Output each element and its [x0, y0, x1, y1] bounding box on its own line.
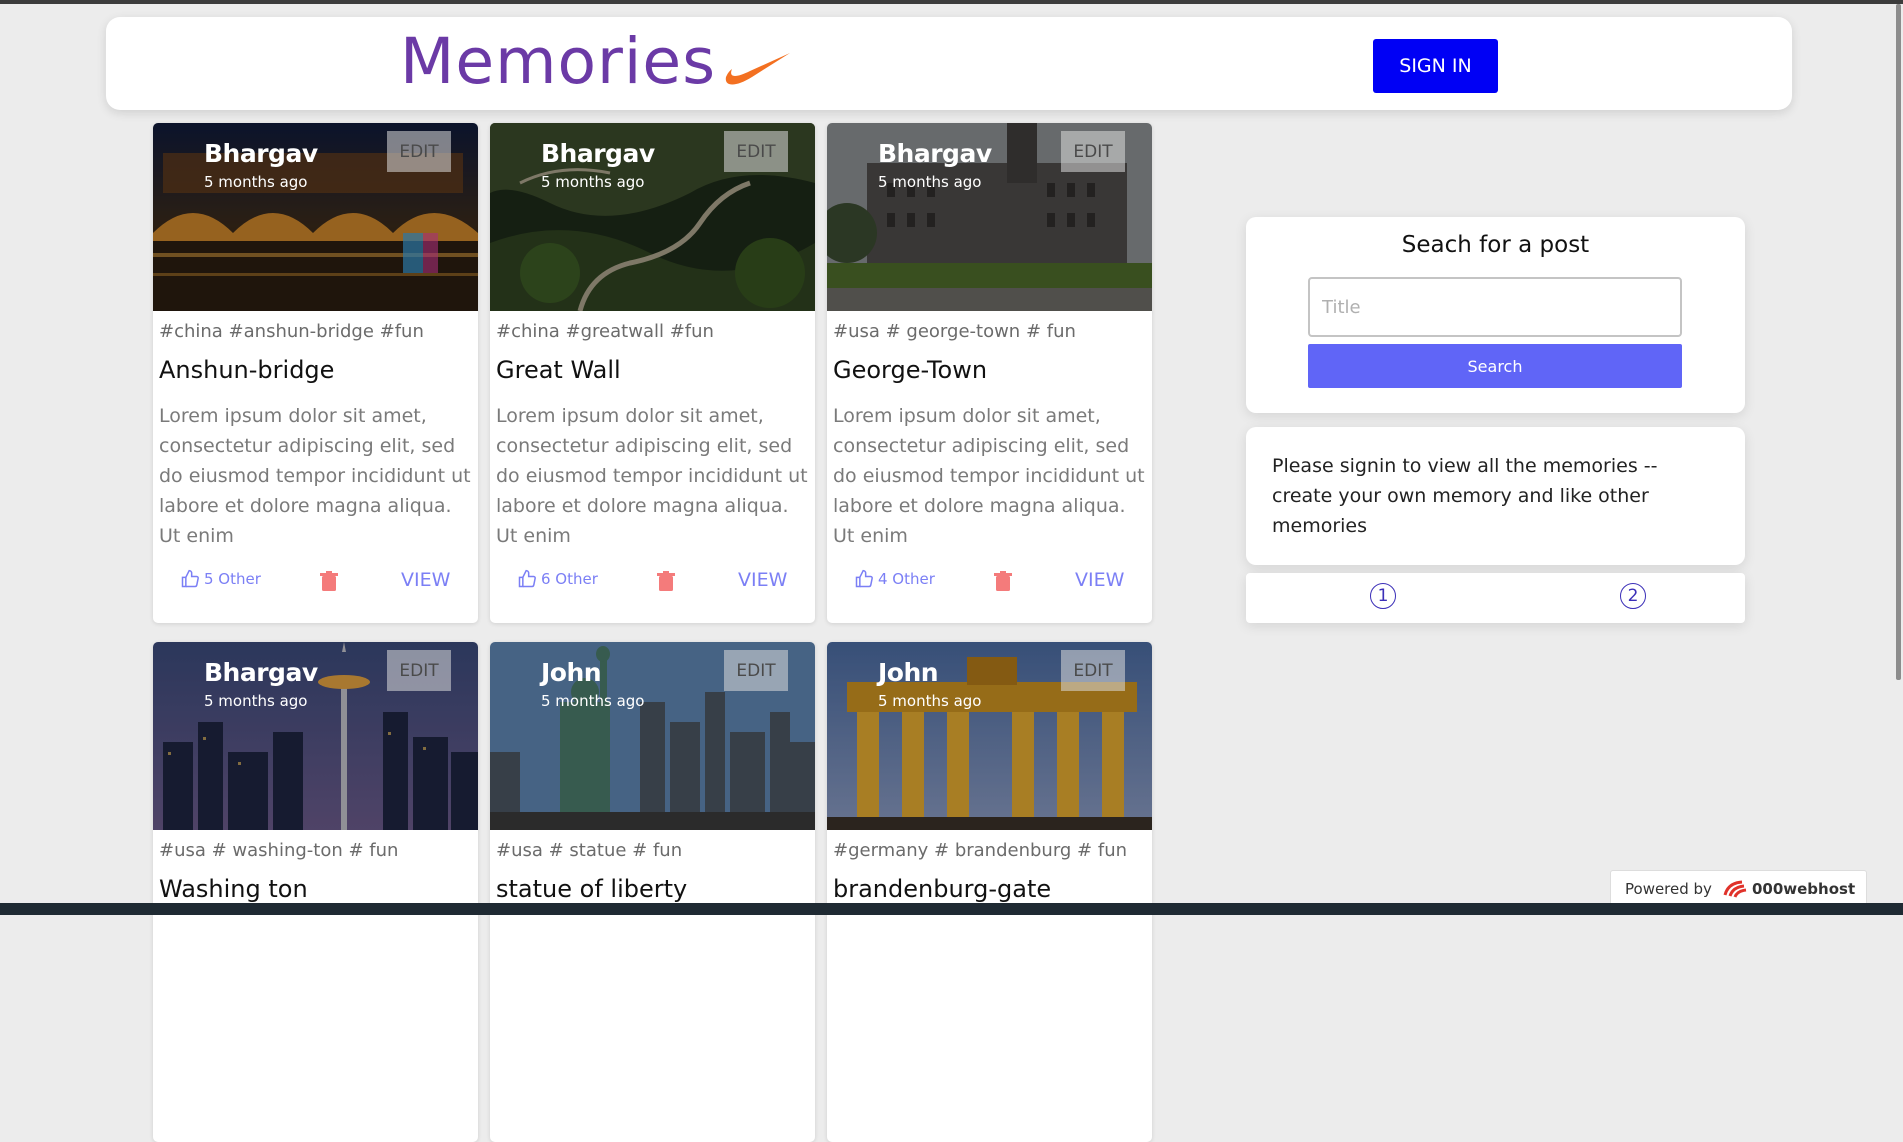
post-author: John	[541, 658, 602, 687]
like-count: 4 Other	[878, 570, 935, 588]
post-actions: 4 Other VIEW	[827, 563, 1152, 603]
view-button[interactable]: VIEW	[401, 569, 450, 591]
post-card: Bhargav 5 months ago EDIT #china #greatw…	[490, 123, 815, 623]
thumbs-up-icon	[518, 569, 536, 588]
post-description: Lorem ipsum dolor sit amet, consectetur …	[159, 405, 471, 547]
post-description: Lorem ipsum dolor sit amet, consectetur …	[496, 405, 808, 547]
post-tags: #china #anshun-bridge #fun	[159, 321, 424, 342]
post-actions: 5 Other VIEW	[153, 563, 478, 603]
like-button[interactable]: 5 Other	[180, 569, 261, 589]
webhost-logo-icon	[1723, 880, 1747, 898]
post-tags: #usa # george-town # fun	[833, 321, 1076, 342]
page-2-button[interactable]: 2	[1620, 583, 1646, 609]
post-time: 5 months ago	[204, 692, 308, 710]
delete-button[interactable]	[320, 571, 338, 595]
trash-icon	[320, 571, 338, 591]
view-button[interactable]: VIEW	[738, 569, 787, 591]
search-button[interactable]: Search	[1308, 344, 1682, 388]
post-title: Anshun-bridge	[159, 356, 335, 384]
delete-button[interactable]	[657, 571, 675, 595]
edit-button[interactable]: EDIT	[1061, 131, 1125, 172]
search-title-input[interactable]	[1308, 277, 1682, 337]
sign-in-button[interactable]: SIGN IN	[1373, 39, 1498, 93]
post-actions: 6 Other VIEW	[490, 563, 815, 603]
post-author: Bhargav	[541, 139, 655, 168]
view-button[interactable]: VIEW	[1075, 569, 1124, 591]
browser-top-edge	[0, 0, 1903, 4]
thumbs-up-icon	[181, 569, 199, 588]
powered-by-text: Powered by	[1625, 880, 1712, 898]
like-count: 6 Other	[541, 570, 598, 588]
post-card: John 5 months ago EDIT #germany # brande…	[827, 642, 1152, 1142]
edit-button[interactable]: EDIT	[724, 131, 788, 172]
search-heading: Seach for a post	[1401, 232, 1590, 258]
signin-notice-text: Please signin to view all the memories -…	[1272, 455, 1658, 537]
app-logo[interactable]: Memories	[400, 27, 716, 97]
like-count: 5 Other	[204, 570, 261, 588]
post-description: Lorem ipsum dolor sit amet, consectetur …	[833, 405, 1145, 547]
delete-button[interactable]	[994, 571, 1012, 595]
post-title: Great Wall	[496, 356, 621, 384]
search-panel: Seach for a post Search	[1246, 217, 1745, 413]
post-tags: #china #greatwall #fun	[496, 321, 714, 342]
post-author: Bhargav	[204, 139, 318, 168]
post-author: John	[878, 658, 939, 687]
post-tags: #usa # statue # fun	[496, 840, 683, 861]
like-button[interactable]: 4 Other	[854, 569, 935, 589]
edit-button[interactable]: EDIT	[387, 650, 451, 691]
post-card: Bhargav 5 months ago EDIT #usa # george-…	[827, 123, 1152, 623]
post-title: George-Town	[833, 356, 988, 384]
brand-name: 000webhost	[1751, 880, 1856, 898]
post-card: John 5 months ago EDIT #usa # statue # f…	[490, 642, 815, 1142]
edit-button[interactable]: EDIT	[1061, 650, 1125, 691]
trash-icon	[657, 571, 675, 591]
signin-notice: Please signin to view all the memories -…	[1246, 427, 1745, 565]
post-title: statue of liberty	[496, 875, 688, 903]
like-button[interactable]: 6 Other	[517, 569, 598, 589]
post-time: 5 months ago	[878, 692, 982, 710]
post-author: Bhargav	[878, 139, 992, 168]
edit-button[interactable]: EDIT	[387, 131, 451, 172]
post-card: Bhargav 5 months ago EDIT #usa # washing…	[153, 642, 478, 1142]
scrollbar-thumb[interactable]	[1896, 4, 1901, 680]
post-title: brandenburg-gate	[833, 875, 1052, 903]
post-time: 5 months ago	[541, 173, 645, 191]
post-tags: #germany # brandenburg # fun	[833, 840, 1128, 861]
thumbs-up-icon	[855, 569, 873, 588]
post-tags: #usa # washing-ton # fun	[159, 840, 399, 861]
swoosh-icon	[725, 53, 790, 85]
post-title: Washing ton	[159, 875, 308, 903]
taskbar	[0, 903, 1903, 915]
post-author: Bhargav	[204, 658, 318, 687]
post-time: 5 months ago	[204, 173, 308, 191]
app-header: Memories SIGN IN	[106, 17, 1792, 110]
edit-button[interactable]: EDIT	[724, 650, 788, 691]
trash-icon	[994, 571, 1012, 591]
post-card: Bhargav 5 months ago EDIT #china #anshun…	[153, 123, 478, 623]
post-time: 5 months ago	[541, 692, 645, 710]
page-1-button[interactable]: 1	[1370, 583, 1396, 609]
post-time: 5 months ago	[878, 173, 982, 191]
pagination: 1 2	[1246, 573, 1745, 623]
